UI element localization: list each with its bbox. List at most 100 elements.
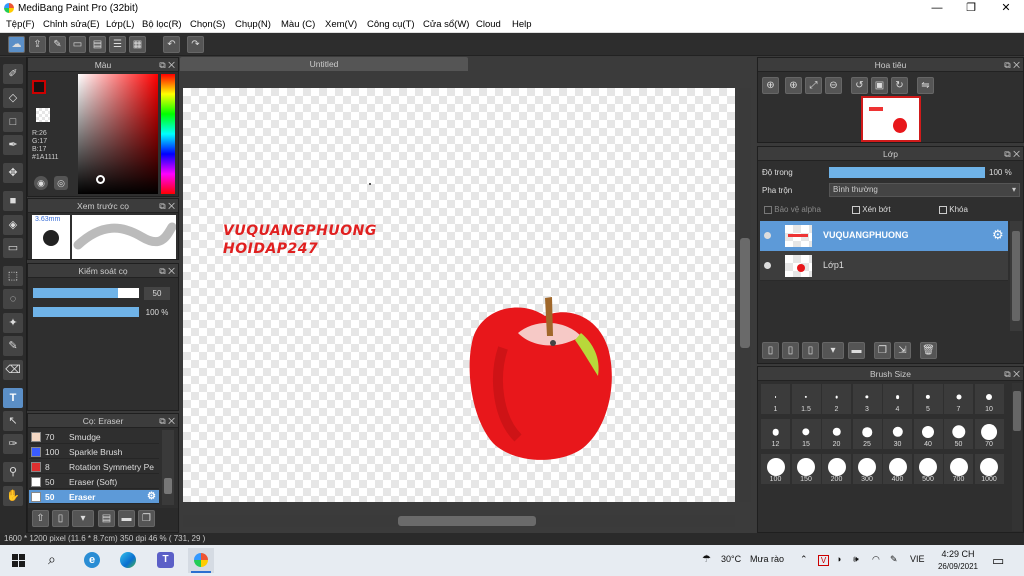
panel-controls-icon[interactable]: ⧉ ✕	[159, 414, 175, 428]
dropper-tool-icon[interactable]: ✑	[3, 434, 23, 454]
fill-rect-tool-icon[interactable]: ■	[3, 191, 23, 211]
brush-size-cell[interactable]: 150	[791, 454, 821, 484]
visibility-icon[interactable]	[764, 262, 771, 269]
brush-size-cell[interactable]: 5	[913, 384, 943, 414]
weather-icon[interactable]: ☂	[702, 554, 711, 565]
brush-size-cell[interactable]: 7	[944, 384, 973, 414]
brush-opacity-slider[interactable]	[33, 307, 139, 317]
language-indicator[interactable]: VIE	[910, 554, 925, 564]
hue-slider[interactable]	[161, 74, 175, 194]
menu-edit[interactable]: Chỉnh sửa(E)	[43, 19, 100, 30]
hand-tool-icon[interactable]: ✋	[3, 486, 23, 506]
brush-size-cell[interactable]: 200	[822, 454, 851, 484]
brush-list-item[interactable]: 8 Rotation Symmetry Pe	[29, 460, 159, 474]
color-cursor[interactable]	[96, 175, 105, 184]
canvas-hscrollbar[interactable]	[183, 515, 735, 527]
lasso-tool-icon[interactable]: ◌	[3, 289, 23, 309]
menu-layer[interactable]: Lớp(L)	[106, 19, 134, 30]
menu-cloud[interactable]: Cloud	[476, 19, 501, 30]
wifi-icon[interactable]: ◠	[872, 554, 880, 565]
brush-size-cell[interactable]: 100	[761, 454, 790, 484]
layer-opacity-slider[interactable]	[829, 167, 985, 178]
menu-capture[interactable]: Chụp(N)	[235, 19, 271, 30]
text-tool-icon[interactable]: T	[3, 388, 23, 408]
app-tray-icon[interactable]: ◑	[836, 554, 841, 564]
brush-size-cell[interactable]: 20	[822, 419, 851, 449]
panel-controls-icon[interactable]: ⧉ ✕	[1004, 58, 1020, 72]
layer-folder-icon[interactable]: ▬	[848, 342, 865, 359]
new-brush-icon[interactable]: ▯	[52, 510, 69, 527]
chevron-up-icon[interactable]: ⌃	[800, 554, 808, 565]
rotate-right-icon[interactable]: ↻	[891, 77, 908, 94]
edge-browser-icon[interactable]	[120, 552, 136, 568]
brush-size-cell[interactable]: 40	[913, 419, 943, 449]
brush-size-cell[interactable]: 12	[761, 419, 790, 449]
flip-icon[interactable]: ⇋	[917, 77, 934, 94]
undo-icon[interactable]: ↶	[163, 36, 180, 53]
navigator-thumbnail[interactable]	[861, 96, 921, 142]
brush-list-item[interactable]: 100 Sparkle Brush	[29, 445, 159, 459]
search-icon[interactable]: ⌕	[48, 551, 56, 568]
weather-temp[interactable]: 30°C	[721, 554, 741, 564]
new-layer-1bit-icon[interactable]: ▯	[802, 342, 819, 359]
brush-size-cell[interactable]: 2	[822, 384, 851, 414]
select-rect-icon[interactable]: ⬚	[3, 266, 23, 286]
drawing-canvas[interactable]: VUQUANGPHUONG HOIDAP247	[183, 88, 735, 502]
menu-color[interactable]: Màu (C)	[281, 19, 315, 30]
transparent-swatch[interactable]	[36, 108, 50, 122]
menu-help[interactable]: Help	[512, 19, 532, 30]
brush-list-item[interactable]: 50 Eraser ⚙	[29, 490, 159, 504]
brush-size-cell[interactable]: 500	[913, 454, 943, 484]
new-layer-icon[interactable]: ▯	[762, 342, 779, 359]
magic-wand-icon[interactable]: ✦	[3, 313, 23, 333]
rotate-left-icon[interactable]: ↺	[851, 77, 868, 94]
message-icon[interactable]: ▭	[69, 36, 86, 53]
duplicate-layer-icon[interactable]: ❐	[874, 342, 891, 359]
layer-row-vuquangphuong[interactable]: VUQUANGPHUONG ⚙	[760, 221, 1008, 251]
brush-size-slider[interactable]	[33, 288, 139, 298]
blend-mode-select[interactable]: Bình thường ▾	[829, 183, 1020, 197]
brush-size-cell[interactable]: 1000	[974, 454, 1004, 484]
brush-menu-icon[interactable]: ▾	[72, 510, 94, 527]
brush-size-cell[interactable]: 15	[791, 419, 821, 449]
clip-checkbox[interactable]: Xén bớt	[852, 205, 891, 214]
brush-list-item[interactable]: 70 Smudge	[29, 430, 159, 444]
ie-browser-icon[interactable]: e	[84, 552, 100, 568]
layer-settings-gear-icon[interactable]: ⚙	[992, 227, 1004, 243]
eraser-tool-icon[interactable]: ◇	[3, 88, 23, 108]
brush-size-cell[interactable]: 3	[852, 384, 882, 414]
upload-icon[interactable]: ⇪	[29, 36, 46, 53]
panel-controls-icon[interactable]: ⧉ ✕	[1004, 367, 1020, 381]
panel-controls-icon[interactable]: ⧉ ✕	[1004, 147, 1020, 161]
brush-size-cell[interactable]: 70	[974, 419, 1004, 449]
medibang-taskbar-button[interactable]	[188, 548, 214, 573]
brush-size-cell[interactable]: 4	[883, 384, 912, 414]
primary-color-swatch[interactable]	[32, 80, 46, 94]
brush-list-item[interactable]: 50 Eraser (Soft)	[29, 475, 159, 489]
brush-size-cell[interactable]: 1.5	[791, 384, 821, 414]
pen-tray-icon[interactable]: ✎	[890, 554, 898, 565]
select-pen-icon[interactable]: ✎	[3, 336, 23, 356]
new-layer-8bit-icon[interactable]: ▯	[782, 342, 799, 359]
brush-tool-icon[interactable]: ✐	[3, 64, 23, 84]
teams-icon[interactable]: T	[157, 552, 174, 568]
panel-controls-icon[interactable]: ⧉ ✕	[159, 199, 175, 213]
delete-layer-icon[interactable]: 🗑	[920, 342, 937, 359]
brush-size-cell[interactable]: 10	[974, 384, 1004, 414]
operation-tool-icon[interactable]: ↖	[3, 411, 23, 431]
menu-window[interactable]: Cửa sổ(W)	[423, 19, 469, 30]
redo-icon[interactable]: ↷	[187, 36, 204, 53]
actual-size-icon[interactable]: ▣	[871, 77, 888, 94]
brush-size-cell[interactable]: 300	[852, 454, 882, 484]
notification-icon[interactable]: ▭	[992, 553, 1004, 569]
volume-icon[interactable]: 🕪	[853, 554, 859, 565]
brush-size-cell[interactable]: 25	[852, 419, 882, 449]
brush-size-cell[interactable]: 1	[761, 384, 790, 414]
eyedropper-icon[interactable]: ⚲	[3, 462, 23, 482]
brush-settings-gear-icon[interactable]: ⚙	[147, 490, 156, 504]
brush-size-cell[interactable]: 50	[944, 419, 973, 449]
brush-size-value[interactable]: 50	[144, 287, 170, 300]
move-tool-icon[interactable]: ✥	[3, 163, 23, 183]
brush-size-cell[interactable]: 400	[883, 454, 912, 484]
brush-size-cell[interactable]: 700	[944, 454, 973, 484]
